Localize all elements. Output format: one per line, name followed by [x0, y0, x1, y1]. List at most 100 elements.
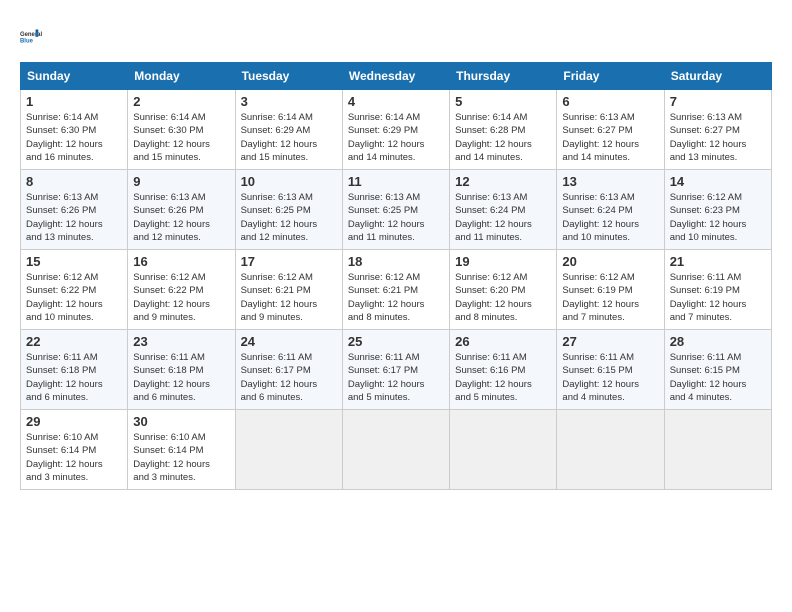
- day-number: 9: [133, 174, 229, 189]
- day-info: Sunrise: 6:12 AM Sunset: 6:21 PM Dayligh…: [348, 271, 444, 324]
- day-number: 26: [455, 334, 551, 349]
- calendar-cell: 30 Sunrise: 6:10 AM Sunset: 6:14 PM Dayli…: [128, 410, 235, 490]
- calendar-cell: 17 Sunrise: 6:12 AM Sunset: 6:21 PM Dayli…: [235, 250, 342, 330]
- day-info: Sunrise: 6:10 AM Sunset: 6:14 PM Dayligh…: [26, 431, 122, 484]
- calendar-cell: 16 Sunrise: 6:12 AM Sunset: 6:22 PM Dayli…: [128, 250, 235, 330]
- header-row: SundayMondayTuesdayWednesdayThursdayFrid…: [21, 63, 772, 90]
- day-number: 23: [133, 334, 229, 349]
- day-info: Sunrise: 6:13 AM Sunset: 6:25 PM Dayligh…: [241, 191, 337, 244]
- week-row-4: 22 Sunrise: 6:11 AM Sunset: 6:18 PM Dayli…: [21, 330, 772, 410]
- calendar-cell: 28Sunrise: 6:11 AM Sunset: 6:15 PM Dayli…: [664, 330, 771, 410]
- calendar-cell: [342, 410, 449, 490]
- calendar-cell: 20 Sunrise: 6:12 AM Sunset: 6:19 PM Dayli…: [557, 250, 664, 330]
- calendar-header: SundayMondayTuesdayWednesdayThursdayFrid…: [21, 63, 772, 90]
- calendar-cell: 1 Sunrise: 6:14 AM Sunset: 6:30 PM Daylig…: [21, 90, 128, 170]
- day-info: Sunrise: 6:13 AM Sunset: 6:24 PM Dayligh…: [455, 191, 551, 244]
- day-info: Sunrise: 6:11 AM Sunset: 6:18 PM Dayligh…: [133, 351, 229, 404]
- calendar-cell: 10 Sunrise: 6:13 AM Sunset: 6:25 PM Dayli…: [235, 170, 342, 250]
- day-info: Sunrise: 6:14 AM Sunset: 6:30 PM Dayligh…: [133, 111, 229, 164]
- day-number: 4: [348, 94, 444, 109]
- calendar-cell: 26 Sunrise: 6:11 AM Sunset: 6:16 PM Dayli…: [450, 330, 557, 410]
- day-number: 16: [133, 254, 229, 269]
- day-info: Sunrise: 6:12 AM Sunset: 6:20 PM Dayligh…: [455, 271, 551, 324]
- day-number: 12: [455, 174, 551, 189]
- day-number: 22: [26, 334, 122, 349]
- calendar-cell: 2 Sunrise: 6:14 AM Sunset: 6:30 PM Daylig…: [128, 90, 235, 170]
- column-header-wednesday: Wednesday: [342, 63, 449, 90]
- column-header-tuesday: Tuesday: [235, 63, 342, 90]
- column-header-thursday: Thursday: [450, 63, 557, 90]
- day-info: Sunrise: 6:14 AM Sunset: 6:30 PM Dayligh…: [26, 111, 122, 164]
- day-number: 19: [455, 254, 551, 269]
- day-info: Sunrise: 6:13 AM Sunset: 6:24 PM Dayligh…: [562, 191, 658, 244]
- calendar-cell: 29 Sunrise: 6:10 AM Sunset: 6:14 PM Dayli…: [21, 410, 128, 490]
- calendar-table: SundayMondayTuesdayWednesdayThursdayFrid…: [20, 62, 772, 490]
- calendar-cell: [664, 410, 771, 490]
- day-info: Sunrise: 6:14 AM Sunset: 6:29 AM Dayligh…: [241, 111, 337, 164]
- day-number: 20: [562, 254, 658, 269]
- day-number: 29: [26, 414, 122, 429]
- day-number: 2: [133, 94, 229, 109]
- day-number: 7: [670, 94, 766, 109]
- day-number: 5: [455, 94, 551, 109]
- day-info: Sunrise: 6:14 AM Sunset: 6:29 PM Dayligh…: [348, 111, 444, 164]
- day-info: Sunrise: 6:10 AM Sunset: 6:14 PM Dayligh…: [133, 431, 229, 484]
- day-info: Sunrise: 6:14 AM Sunset: 6:28 PM Dayligh…: [455, 111, 551, 164]
- day-info: Sunrise: 6:12 AM Sunset: 6:19 PM Dayligh…: [562, 271, 658, 324]
- day-number: 11: [348, 174, 444, 189]
- day-number: 17: [241, 254, 337, 269]
- day-number: 10: [241, 174, 337, 189]
- calendar-cell: [557, 410, 664, 490]
- day-info: Sunrise: 6:13 AM Sunset: 6:26 PM Dayligh…: [133, 191, 229, 244]
- day-info: Sunrise: 6:11 AM Sunset: 6:19 PM Dayligh…: [670, 271, 766, 324]
- calendar-cell: 18 Sunrise: 6:12 AM Sunset: 6:21 PM Dayli…: [342, 250, 449, 330]
- calendar-cell: 4 Sunrise: 6:14 AM Sunset: 6:29 PM Daylig…: [342, 90, 449, 170]
- day-number: 15: [26, 254, 122, 269]
- calendar-cell: 6Sunrise: 6:13 AM Sunset: 6:27 PM Daylig…: [557, 90, 664, 170]
- day-number: 18: [348, 254, 444, 269]
- calendar-cell: 5 Sunrise: 6:14 AM Sunset: 6:28 PM Daylig…: [450, 90, 557, 170]
- day-number: 14: [670, 174, 766, 189]
- calendar-cell: 3Sunrise: 6:14 AM Sunset: 6:29 AM Daylig…: [235, 90, 342, 170]
- page-header: General Blue: [20, 20, 772, 52]
- logo: General Blue: [20, 20, 52, 52]
- day-number: 6: [562, 94, 658, 109]
- calendar-cell: 9 Sunrise: 6:13 AM Sunset: 6:26 PM Daylig…: [128, 170, 235, 250]
- calendar-cell: 7 Sunrise: 6:13 AM Sunset: 6:27 PM Daylig…: [664, 90, 771, 170]
- calendar-body: 1 Sunrise: 6:14 AM Sunset: 6:30 PM Daylig…: [21, 90, 772, 490]
- svg-text:General: General: [20, 32, 42, 38]
- calendar-cell: 21 Sunrise: 6:11 AM Sunset: 6:19 PM Dayli…: [664, 250, 771, 330]
- day-info: Sunrise: 6:11 AM Sunset: 6:17 PM Dayligh…: [348, 351, 444, 404]
- calendar-cell: 19 Sunrise: 6:12 AM Sunset: 6:20 PM Dayli…: [450, 250, 557, 330]
- calendar-cell: 14Sunrise: 6:12 AM Sunset: 6:23 PM Dayli…: [664, 170, 771, 250]
- week-row-5: 29 Sunrise: 6:10 AM Sunset: 6:14 PM Dayli…: [21, 410, 772, 490]
- day-number: 21: [670, 254, 766, 269]
- calendar-cell: 15 Sunrise: 6:12 AM Sunset: 6:22 PM Dayli…: [21, 250, 128, 330]
- day-number: 24: [241, 334, 337, 349]
- day-info: Sunrise: 6:13 AM Sunset: 6:26 PM Dayligh…: [26, 191, 122, 244]
- day-info: Sunrise: 6:11 AM Sunset: 6:15 PM Dayligh…: [562, 351, 658, 404]
- svg-text:Blue: Blue: [20, 38, 34, 44]
- day-number: 13: [562, 174, 658, 189]
- column-header-saturday: Saturday: [664, 63, 771, 90]
- week-row-1: 1 Sunrise: 6:14 AM Sunset: 6:30 PM Daylig…: [21, 90, 772, 170]
- calendar-cell: 24 Sunrise: 6:11 AM Sunset: 6:17 PM Dayli…: [235, 330, 342, 410]
- day-info: Sunrise: 6:13 AM Sunset: 6:25 PM Dayligh…: [348, 191, 444, 244]
- calendar-cell: [450, 410, 557, 490]
- day-info: Sunrise: 6:12 AM Sunset: 6:21 PM Dayligh…: [241, 271, 337, 324]
- day-info: Sunrise: 6:12 AM Sunset: 6:22 PM Dayligh…: [26, 271, 122, 324]
- day-info: Sunrise: 6:11 AM Sunset: 6:16 PM Dayligh…: [455, 351, 551, 404]
- day-info: Sunrise: 6:12 AM Sunset: 6:22 PM Dayligh…: [133, 271, 229, 324]
- day-number: 27: [562, 334, 658, 349]
- day-info: Sunrise: 6:11 AM Sunset: 6:17 PM Dayligh…: [241, 351, 337, 404]
- column-header-friday: Friday: [557, 63, 664, 90]
- day-number: 1: [26, 94, 122, 109]
- day-number: 28: [670, 334, 766, 349]
- day-number: 30: [133, 414, 229, 429]
- calendar-cell: 27 Sunrise: 6:11 AM Sunset: 6:15 PM Dayli…: [557, 330, 664, 410]
- calendar-cell: 11 Sunrise: 6:13 AM Sunset: 6:25 PM Dayli…: [342, 170, 449, 250]
- calendar-cell: 22Sunrise: 6:11 AM Sunset: 6:18 PM Dayli…: [21, 330, 128, 410]
- calendar-cell: 13 Sunrise: 6:13 AM Sunset: 6:24 PM Dayli…: [557, 170, 664, 250]
- day-info: Sunrise: 6:13 AM Sunset: 6:27 PM Dayligh…: [670, 111, 766, 164]
- column-header-monday: Monday: [128, 63, 235, 90]
